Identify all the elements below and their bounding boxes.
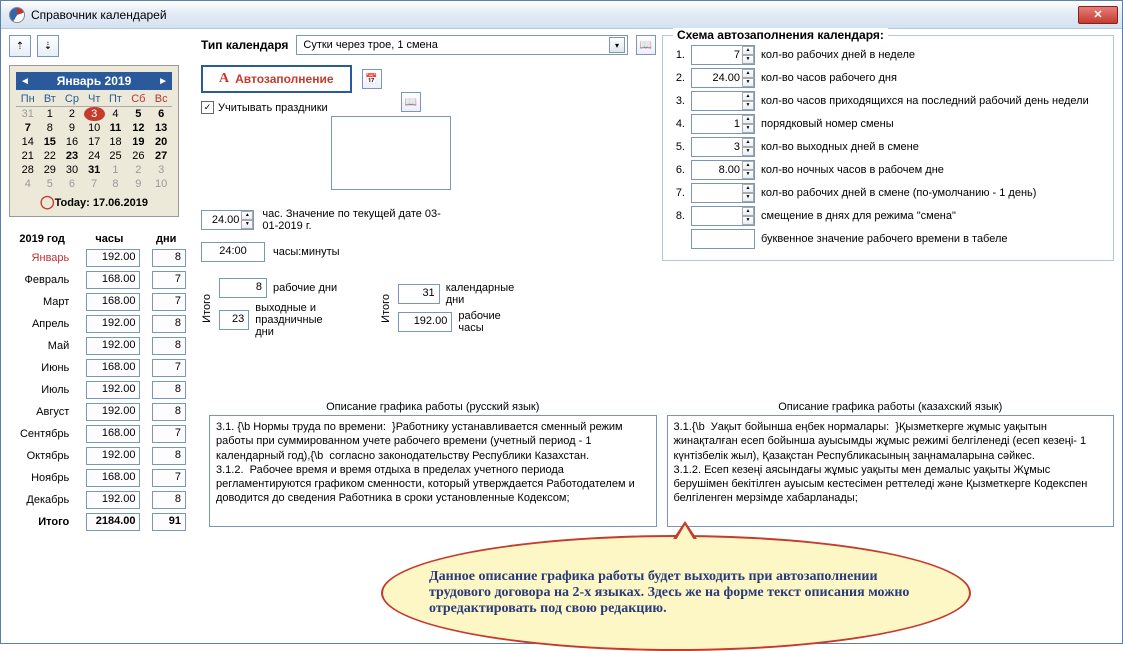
month-days[interactable]: 7 [152, 359, 186, 377]
schema-label-6: кол-во ночных часов в рабочем дне [761, 164, 1105, 176]
cal-days-value: 31 [398, 284, 439, 304]
hours-input[interactable]: 24.00▲▼ [201, 210, 254, 230]
month-label[interactable]: Февраль [9, 269, 75, 291]
month-hours[interactable]: 192.00 [86, 315, 140, 333]
consider-holidays-label: Учитывать праздники [218, 102, 328, 114]
month-days[interactable]: 7 [152, 293, 186, 311]
info-callout: Данное описание графика работы будет вых… [381, 535, 971, 651]
hours-caption: час. Значение по текущей дате 03-01-2019… [262, 208, 451, 232]
month-hours[interactable]: 168.00 [86, 359, 140, 377]
month-days[interactable]: 8 [152, 403, 186, 421]
window-title: Справочник календарей [31, 8, 167, 22]
schema-label-8: смещение в днях для режима "смена" [761, 210, 1105, 222]
schema-legend: Схема автозаполнения календаря: [673, 28, 888, 42]
month-label[interactable]: Август [9, 401, 75, 423]
month-days[interactable]: 8 [152, 447, 186, 465]
month-days[interactable]: 8 [152, 381, 186, 399]
schema-label-3: кол-во часов приходящихся на последний р… [761, 95, 1105, 107]
calendar-type-combo[interactable]: Сутки через трое, 1 смена ▾ [296, 35, 628, 55]
month-days[interactable]: 8 [152, 337, 186, 355]
calendar-month-title: Январь 2019 [57, 74, 132, 88]
month-label[interactable]: Июль [9, 379, 75, 401]
calendar-type-label: Тип календаря [201, 38, 288, 52]
schema-input-3[interactable]: ▲▼ [691, 91, 755, 111]
month-label[interactable]: Сентябрь [9, 423, 75, 445]
month-hours[interactable]: 168.00 [86, 293, 140, 311]
desc-kz-textarea[interactable]: 3.1.{\b Уақыт бойынша еңбек нормалары: }… [667, 415, 1115, 527]
calendar-grid[interactable]: ПнВтСрЧтПтСбВс 31123456 78910111213 1415… [16, 92, 172, 191]
month-hours[interactable]: 192.00 [86, 381, 140, 399]
close-button[interactable]: ✕ [1078, 6, 1118, 24]
schema-letter-input[interactable] [691, 229, 755, 249]
month-days[interactable]: 7 [152, 271, 186, 289]
month-label[interactable]: Январь [9, 247, 75, 269]
month-hours[interactable]: 192.00 [86, 249, 140, 267]
autofill-button[interactable]: A Автозаполнение [201, 65, 352, 93]
desc-ru-header: Описание графика работы (русский язык) [209, 401, 657, 413]
month-calendar: ◄ Январь 2019 ► ПнВтСрЧтПтСбВс 31123456 … [9, 65, 179, 217]
schema-label-7: кол-во рабочих дней в смене (по-умолчани… [761, 187, 1105, 199]
consider-holidays-checkbox[interactable]: ✓ [201, 101, 214, 114]
notes-icon[interactable]: 📖 [401, 92, 421, 112]
schema-input-1[interactable]: 7▲▼ [691, 45, 755, 65]
calendar-today-label[interactable]: ◯Today: 17.06.2019 [16, 191, 172, 210]
work-hours-value: 192.00 [398, 312, 452, 332]
desc-kz-header: Описание графика работы (казахский язык) [667, 401, 1115, 413]
schema-input-8[interactable]: ▲▼ [691, 206, 755, 226]
schema-input-5[interactable]: 3▲▼ [691, 137, 755, 157]
month-label[interactable]: Декабрь [9, 489, 75, 511]
month-label[interactable]: Март [9, 291, 75, 313]
autofill-a-icon: A [219, 71, 229, 87]
calendar-icon[interactable]: 📅 [362, 69, 382, 89]
desc-ru-textarea[interactable]: 3.1. {\b Нормы труда по времени: }Работн… [209, 415, 657, 527]
chevron-down-icon[interactable]: ▾ [609, 37, 625, 53]
collapse-up-button[interactable]: ⇡ [9, 35, 31, 57]
month-hours[interactable]: 168.00 [86, 271, 140, 289]
month-days[interactable]: 8 [152, 315, 186, 333]
month-days[interactable]: 8 [152, 491, 186, 509]
month-hours[interactable]: 192.00 [86, 447, 140, 465]
collapse-down-button[interactable]: ⇣ [37, 35, 59, 57]
schema-input-7[interactable]: ▲▼ [691, 183, 755, 203]
app-logo-icon [9, 7, 25, 23]
titlebar: Справочник календарей ✕ [1, 1, 1122, 29]
month-days[interactable]: 7 [152, 469, 186, 487]
month-hours[interactable]: 192.00 [86, 337, 140, 355]
hours-minutes-caption: часы:минуты [273, 246, 340, 258]
month-hours[interactable]: 192.00 [86, 403, 140, 421]
month-hours[interactable]: 168.00 [86, 469, 140, 487]
notes-textarea[interactable] [331, 116, 451, 190]
month-label[interactable]: Ноябрь [9, 467, 75, 489]
off-days-value: 23 [219, 310, 249, 330]
schema-label-2: кол-во часов рабочего дня [761, 72, 1105, 84]
prev-month-button[interactable]: ◄ [20, 76, 30, 87]
work-days-value: 8 [219, 278, 267, 298]
schema-fieldset: Схема автозаполнения календаря: 1. 7▲▼ к… [662, 35, 1114, 261]
month-label[interactable]: Октябрь [9, 445, 75, 467]
year-summary-table: 2019 годчасыдни Январь 192.00 8Февраль 1… [9, 231, 189, 533]
hours-minutes-input[interactable]: 24:00 [201, 242, 265, 262]
month-label[interactable]: Июнь [9, 357, 75, 379]
itogo-label-left: Итого [201, 294, 213, 323]
schema-label-5: кол-во выходных дней в смене [761, 141, 1105, 153]
month-label[interactable]: Май [9, 335, 75, 357]
itogo-label-right: Итого [380, 294, 392, 323]
schema-input-4[interactable]: 1▲▼ [691, 114, 755, 134]
schema-input-2[interactable]: 24.00▲▼ [691, 68, 755, 88]
next-month-button[interactable]: ► [158, 76, 168, 87]
month-hours[interactable]: 192.00 [86, 491, 140, 509]
lookup-icon[interactable]: 📖 [636, 35, 656, 55]
month-days[interactable]: 8 [152, 249, 186, 267]
schema-label-1: кол-во рабочих дней в неделе [761, 49, 1105, 61]
month-days[interactable]: 7 [152, 425, 186, 443]
schema-input-6[interactable]: 8.00▲▼ [691, 160, 755, 180]
schema-label-4: порядковый номер смены [761, 118, 1105, 130]
month-hours[interactable]: 168.00 [86, 425, 140, 443]
month-label[interactable]: Апрель [9, 313, 75, 335]
